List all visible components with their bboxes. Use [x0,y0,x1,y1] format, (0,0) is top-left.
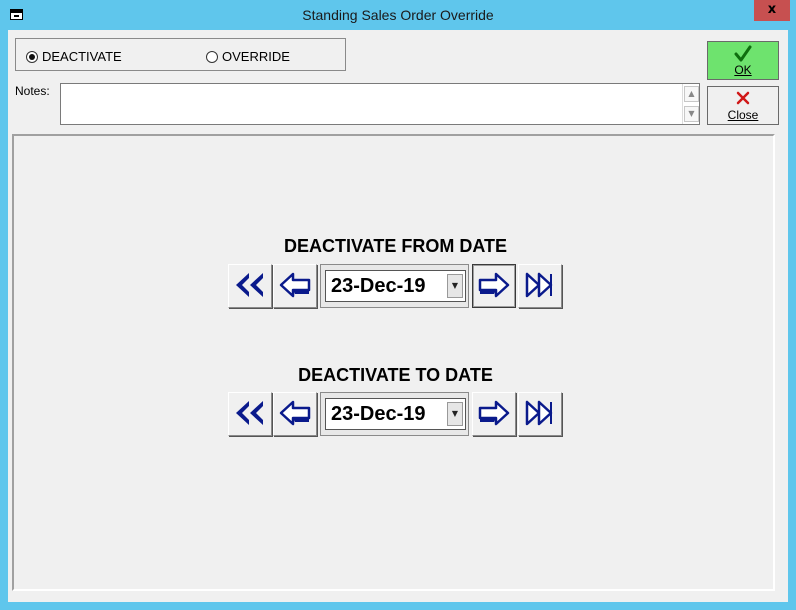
close-button[interactable]: Close [707,86,779,125]
to-date-navigator: 23-Dec-19 ▼ [228,392,564,436]
double-right-arrow-icon [523,398,557,431]
radio-unselected-icon [206,50,218,63]
to-next-button[interactable] [472,392,516,436]
notes-scrollbar[interactable]: ▲ ▼ [682,84,699,124]
app-window: Standing Sales Order Override x DEACTIVA… [0,0,796,610]
from-first-button[interactable] [228,264,272,308]
scroll-up-icon[interactable]: ▲ [684,86,699,102]
to-date-field[interactable]: 23-Dec-19 ▼ [325,398,466,430]
radio-selected-icon [26,50,38,63]
from-date-title: DEACTIVATE FROM DATE [284,236,507,256]
override-radio[interactable]: OVERRIDE [206,49,290,64]
from-date-value: 23-Dec-19 [331,275,426,297]
mode-radio-group: DEACTIVATE OVERRIDE [15,38,346,71]
red-x-icon [708,90,778,108]
double-right-arrow-icon [523,270,557,303]
ok-button[interactable]: OK [707,41,779,80]
from-date-picker[interactable]: 23-Dec-19 ▼ [320,264,469,308]
to-date-value: 23-Dec-19 [331,403,426,425]
from-date-field[interactable]: 23-Dec-19 ▼ [325,270,466,302]
chevron-down-icon[interactable]: ▼ [447,274,463,298]
chevron-down-icon[interactable]: ▼ [447,402,463,426]
deactivate-radio-label: DEACTIVATE [42,49,122,64]
right-arrow-icon [477,270,511,303]
from-date-navigator: 23-Dec-19 ▼ [228,264,564,308]
from-next-button[interactable] [472,264,516,308]
from-prev-button[interactable] [273,264,317,308]
ok-label: OK [734,63,752,77]
checkmark-icon [708,45,778,63]
from-last-button[interactable] [518,264,562,308]
double-left-arrow-icon [233,398,267,431]
window-title: Standing Sales Order Override [302,7,494,23]
client-area: DEACTIVATE OVERRIDE Notes: ▲ ▼ OK Close … [8,30,788,602]
notes-field[interactable]: ▲ ▼ [60,83,700,125]
to-date-picker[interactable]: 23-Dec-19 ▼ [320,392,469,436]
to-first-button[interactable] [228,392,272,436]
date-panel: DEACTIVATE FROM DATE 23-Dec-19 ▼ DEACTIV… [12,134,775,591]
scroll-down-icon[interactable]: ▼ [684,106,699,122]
to-last-button[interactable] [518,392,562,436]
right-arrow-icon [477,398,511,431]
override-radio-label: OVERRIDE [222,49,290,64]
title-bar[interactable]: Standing Sales Order Override x [0,0,796,30]
double-left-arrow-icon [233,270,267,303]
left-arrow-icon [278,398,312,431]
left-arrow-icon [278,270,312,303]
to-prev-button[interactable] [273,392,317,436]
close-label: Close [727,108,759,122]
notes-label: Notes: [15,84,50,98]
to-date-title: DEACTIVATE TO DATE [298,365,493,385]
window-close-button[interactable]: x [754,0,790,21]
deactivate-radio[interactable]: DEACTIVATE [26,49,122,64]
